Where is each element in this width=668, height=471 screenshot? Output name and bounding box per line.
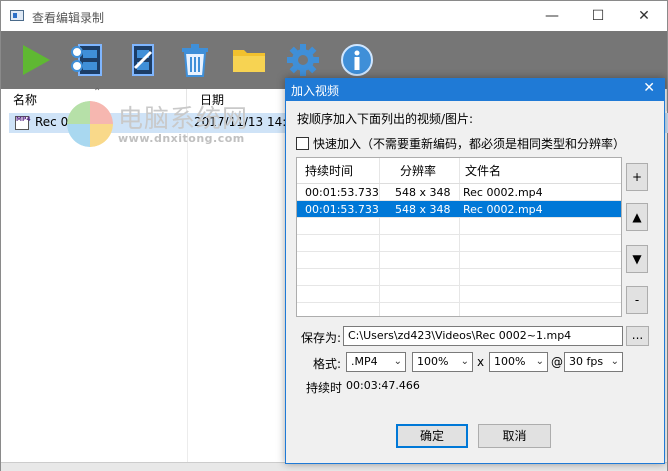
empty-row [297,269,621,286]
film-edit-icon[interactable] [121,38,165,82]
empty-row [297,235,621,252]
gear-icon[interactable] [281,38,325,82]
table-row[interactable]: 00:01:53.733 548 x 348 Rec 0002.mp4 [297,184,621,201]
width-scale-select[interactable]: 100% ⌄ [412,352,473,372]
dialog-title-bar: 加入视频 ✕ [286,79,664,101]
fps-select[interactable]: 30 fps ⌄ [564,352,623,372]
film-options-icon[interactable] [67,38,111,82]
remove-file-button[interactable]: - [626,286,648,314]
table-row-selected[interactable]: 00:01:53.733 548 x 348 Rec 0002.mp4 [297,201,621,218]
move-down-button[interactable]: ▼ [626,245,648,273]
height-scale-select[interactable]: 100% ⌄ [489,352,548,372]
move-up-button[interactable]: ▲ [626,203,648,231]
ok-button[interactable]: 确定 [396,424,468,448]
close-button[interactable]: ✕ [621,1,667,31]
column-divider [187,111,188,462]
empty-row [297,218,621,235]
close-icon[interactable]: ✕ [643,80,655,96]
video-list-grid: 持续时间 分辨率 文件名 00:01:53.733 548 x 348 Rec … [296,157,622,317]
title-bar: 查看编辑录制 — ☐ ✕ [1,1,667,31]
duration-value: 00:03:47.466 [346,379,420,392]
chevron-down-icon: ⌄ [393,356,402,367]
watermark: 电脑系统网 www.dnxitong.com [65,99,255,149]
window-title: 查看编辑录制 [32,11,105,25]
folder-icon[interactable] [227,38,271,82]
app-icon [10,10,24,21]
empty-row [297,286,621,303]
times-separator: x [477,355,485,369]
chevron-down-icon: ⌄ [460,356,469,367]
grid-header: 持续时间 分辨率 文件名 [297,158,621,184]
sort-ascending-icon: ⌃ [93,87,102,98]
fast-add-label: 快速加入（不需要重新编码，都必须是相同类型和分辨率） [313,137,626,151]
watermark-title: 电脑系统网 [118,104,249,133]
save-as-label: 保存为: [301,331,342,345]
cancel-button[interactable]: 取消 [478,424,551,448]
instruction-text: 按顺序加入下面列出的视频/图片: [297,112,474,126]
column-duration[interactable]: 持续时间 [305,158,353,184]
info-icon[interactable] [335,38,379,82]
format-select[interactable]: .MP4 ⌄ [346,352,406,372]
chevron-down-icon: ⌄ [535,356,544,367]
dialog-title: 加入视频 [291,84,340,98]
minimize-button[interactable]: — [529,1,575,31]
play-icon[interactable] [13,38,57,82]
save-path-input[interactable]: C:\Users\zd423\Videos\Rec 0002~1.mp4 [343,326,623,346]
watermark-url: www.dnxitong.com [118,132,245,145]
checkbox-box[interactable] [296,137,309,150]
mp4-file-icon: MP4 [15,116,31,130]
format-label: 格式: [313,357,342,371]
watermark-logo-icon [67,101,113,147]
browse-button[interactable]: ... [626,326,649,346]
add-file-button[interactable]: + [626,163,648,191]
duration-label: 持续时 [306,381,343,395]
trash-icon[interactable] [173,38,217,82]
at-separator: @ [551,355,563,369]
fast-add-checkbox[interactable]: 快速加入（不需要重新编码，都必须是相同类型和分辨率） [296,135,625,152]
column-filename[interactable]: 文件名 [465,158,501,184]
column-resolution[interactable]: 分辨率 [400,158,436,184]
maximize-button[interactable]: ☐ [575,1,621,31]
add-video-dialog: 加入视频 ✕ 按顺序加入下面列出的视频/图片: 快速加入（不需要重新编码，都必须… [285,78,665,464]
empty-row [297,252,621,269]
chevron-down-icon: ⌄ [610,356,619,367]
